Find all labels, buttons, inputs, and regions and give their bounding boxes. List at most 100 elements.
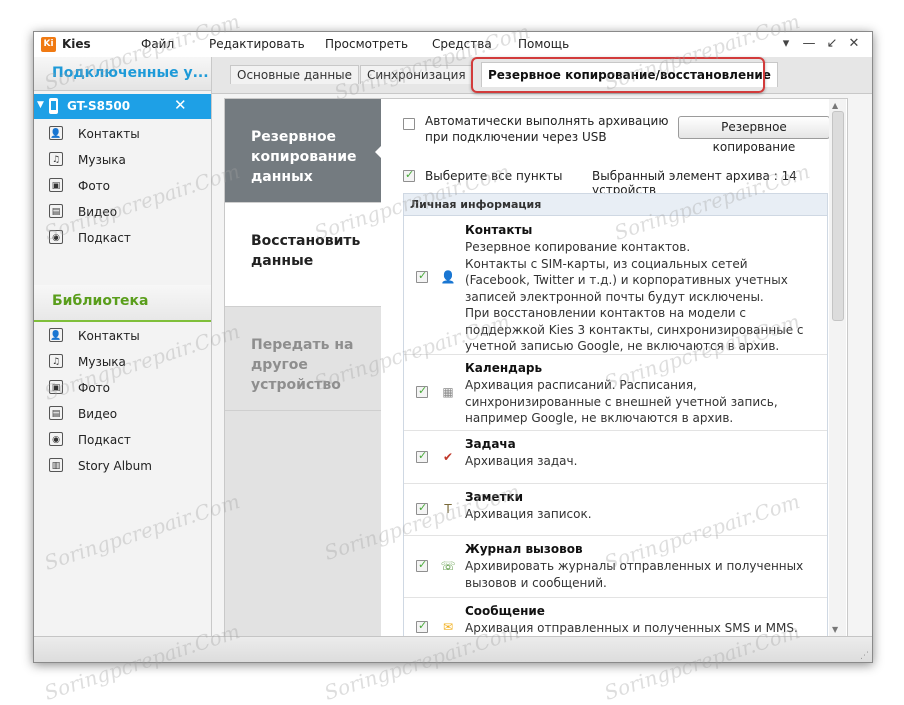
scroll-up-icon[interactable]: ▲ xyxy=(832,101,838,110)
backup-item-description: Архивировать журналы отправленных и полу… xyxy=(465,559,804,590)
contact-card-icon: 👤 xyxy=(440,270,456,284)
video-icon: ▤ xyxy=(49,204,63,218)
library-item-0[interactable]: 👤 Контакты xyxy=(34,323,211,349)
select-all-label: Выберите все пункты xyxy=(425,169,563,183)
backup-item-checkbox[interactable] xyxy=(416,558,428,572)
selected-label: Выбранный элемент архива : xyxy=(592,169,778,183)
podcast-icon: ◉ xyxy=(49,432,63,446)
menu-tools[interactable]: Средства xyxy=(432,37,492,51)
auto-backup-checkbox[interactable] xyxy=(403,118,415,130)
minimize-icon[interactable]: — xyxy=(801,36,817,52)
nav-restore-data[interactable]: Восстановить данные xyxy=(225,203,381,307)
backup-item-row[interactable]: 👤 Контакты Резервное копирование контактов… xyxy=(404,216,827,355)
backup-item-title: Заметки xyxy=(465,490,524,504)
backup-item-description: Архивация записок. xyxy=(465,507,592,521)
library-item-4[interactable]: ◉ Подкаст xyxy=(34,427,211,453)
backup-item-checkbox[interactable] xyxy=(416,269,428,283)
device-item-0[interactable]: 👤 Контакты xyxy=(34,121,211,147)
select-all-checkbox[interactable] xyxy=(403,168,415,182)
vertical-scrollbar[interactable]: ▲ ▼ xyxy=(829,99,846,637)
backup-item-title: Журнал вызовов xyxy=(465,542,583,556)
menu-file[interactable]: Файл xyxy=(141,37,174,51)
resize-grip-icon[interactable]: ⋰ xyxy=(860,651,870,661)
library-item-label: Фото xyxy=(78,381,111,395)
library-item-2[interactable]: ▣ Фото xyxy=(34,375,211,401)
library-item-label: Видео xyxy=(78,407,118,421)
menu-help[interactable]: Помощь xyxy=(518,37,569,51)
library-title: Библиотека xyxy=(52,293,149,309)
library-item-1[interactable]: ♫ Музыка xyxy=(34,349,211,375)
device-item-2[interactable]: ▣ Фото xyxy=(34,173,211,199)
kies-logo: Ki xyxy=(41,37,56,52)
backup-item-title: Календарь xyxy=(465,361,543,375)
call-log-icon: ☏ xyxy=(440,559,456,573)
device-item-label: Контакты xyxy=(78,127,140,141)
tab-highlight-frame xyxy=(471,57,765,93)
story-album-icon: ▥ xyxy=(49,458,63,472)
device-item-label: Видео xyxy=(78,205,118,219)
backup-item-description: Архивация отправленных и полученных SMS … xyxy=(465,621,798,635)
backup-panel: Автоматически выполнять архивацию при по… xyxy=(381,99,847,637)
nav-backup-data[interactable]: Резервное копирование данных xyxy=(225,99,382,203)
library-item-5[interactable]: ▥ Story Album xyxy=(34,453,211,479)
library-item-label: Контакты xyxy=(78,329,140,343)
kies-window: Ki Kies Файл Редактировать Просмотреть С… xyxy=(33,31,873,663)
connected-devices-title: Подключенные у... xyxy=(52,65,209,81)
backup-button[interactable]: Резервное копирование xyxy=(678,116,830,154)
scrollbar-thumb[interactable] xyxy=(832,111,844,321)
contacts-icon: 👤 xyxy=(49,126,63,140)
backup-item-checkbox[interactable] xyxy=(416,384,428,398)
close-window-icon[interactable]: ✕ xyxy=(846,36,862,52)
backup-item-row[interactable]: T Заметки Архивация записок. xyxy=(404,483,827,536)
backup-item-row[interactable]: ☏ Журнал вызовов Архивировать журналы отпр… xyxy=(404,535,827,598)
auto-backup-label: Автоматически выполнять архивацию при по… xyxy=(425,114,669,144)
library-item-3[interactable]: ▤ Видео xyxy=(34,401,211,427)
backup-item-row[interactable]: ✔ Задача Архивация задач. xyxy=(404,430,827,484)
library-item-label: Музыка xyxy=(78,355,126,369)
device-item-label: Подкаст xyxy=(78,231,131,245)
photo-icon: ▣ xyxy=(49,178,63,192)
scroll-down-icon[interactable]: ▼ xyxy=(832,625,838,634)
device-row[interactable]: ▼ GT-S8500 ✕ xyxy=(34,94,211,119)
backup-item-checkbox[interactable] xyxy=(416,619,428,633)
connected-devices-header[interactable]: Подключенные у... xyxy=(34,57,211,91)
phone-icon xyxy=(49,98,58,114)
disconnect-device-icon[interactable]: ✕ xyxy=(174,96,187,114)
expand-arrow-icon[interactable]: ▼ xyxy=(37,100,44,110)
music-icon: ♫ xyxy=(49,354,63,368)
status-bar: ⋰ xyxy=(34,636,872,662)
notes-icon: T xyxy=(444,502,452,516)
library-header[interactable]: Библиотека xyxy=(34,285,211,322)
restore-icon[interactable]: ↙ xyxy=(824,36,840,52)
backup-item-row[interactable]: ▦ Календарь Архивация расписаний. Расписан… xyxy=(404,354,827,431)
device-item-label: Музыка xyxy=(78,153,126,167)
photo-icon: ▣ xyxy=(49,380,63,394)
podcast-icon: ◉ xyxy=(49,230,63,244)
app-title: Kies xyxy=(62,37,91,51)
backup-item-title: Задача xyxy=(465,437,516,451)
device-item-label: Фото xyxy=(78,179,111,193)
backup-item-description: Резервное копирование контактов. Контакт… xyxy=(465,240,804,353)
device-item-1[interactable]: ♫ Музыка xyxy=(34,147,211,173)
window-menu-icon[interactable]: ▾ xyxy=(778,36,794,52)
menu-edit[interactable]: Редактировать xyxy=(209,37,305,51)
title-bar: Ki Kies Файл Редактировать Просмотреть С… xyxy=(34,32,872,58)
tab-sync[interactable]: Синхронизация xyxy=(360,65,473,84)
tab-basic-info[interactable]: Основные данные xyxy=(230,65,360,84)
backup-item-row[interactable]: ✉ Сообщение Архивация отправленных и получ… xyxy=(404,597,827,637)
calendar-icon: ▦ xyxy=(442,385,454,399)
backup-item-description: Архивация расписаний. Расписания, синхро… xyxy=(465,378,778,425)
nav-restore-label: Восстановить данные xyxy=(251,233,361,269)
backup-item-checkbox[interactable] xyxy=(416,449,428,463)
device-item-4[interactable]: ◉ Подкаст xyxy=(34,225,211,251)
backup-item-checkbox[interactable] xyxy=(416,501,428,515)
device-item-3[interactable]: ▤ Видео xyxy=(34,199,211,225)
section-header-label: Личная информация xyxy=(410,198,542,211)
backup-items-list: Личная информация 👤 Контакты Резервное коп… xyxy=(403,193,828,637)
menu-view[interactable]: Просмотреть xyxy=(325,37,408,51)
task-icon: ✔ xyxy=(442,449,454,464)
content-area: Резервное копирование данных Восстановит… xyxy=(224,98,848,638)
backup-nav: Резервное копирование данных Восстановит… xyxy=(225,99,382,637)
music-icon: ♫ xyxy=(49,152,63,166)
device-name: GT-S8500 xyxy=(67,99,131,113)
